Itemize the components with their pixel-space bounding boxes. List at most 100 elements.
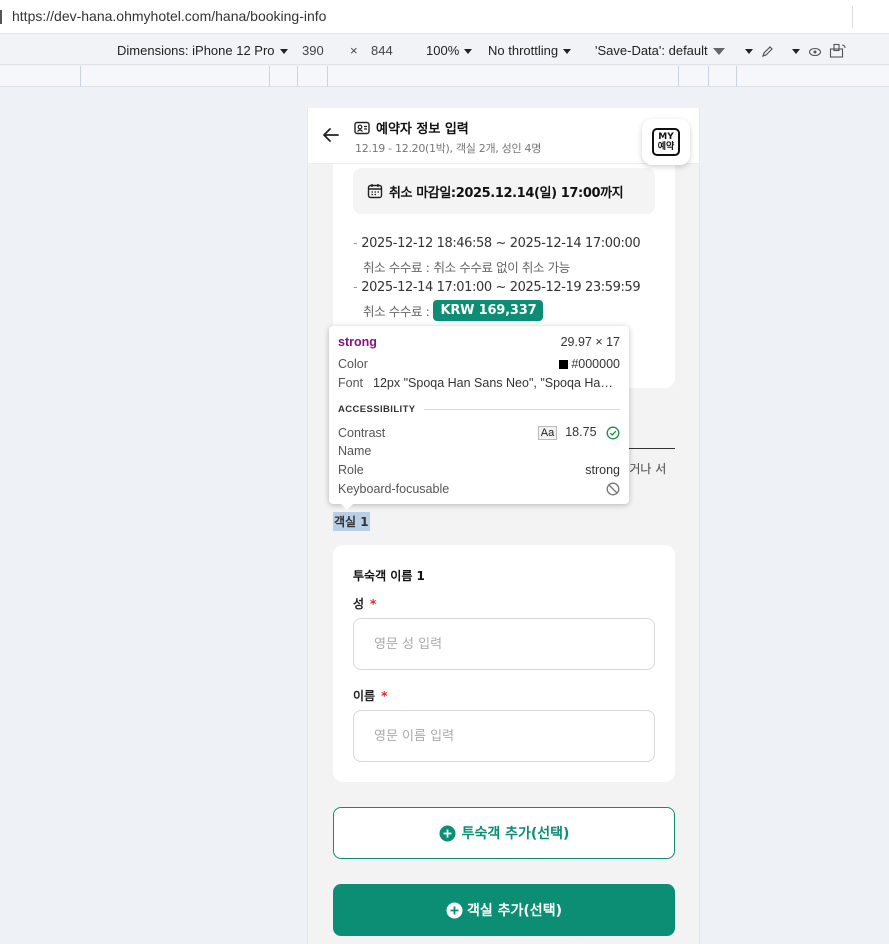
add-guest-button[interactable]: 투숙객 추가(선택) [333,807,675,859]
section-line [423,409,620,410]
ruler-marker [736,66,737,87]
chevron-down-icon [279,49,288,55]
first-name-input[interactable] [353,710,655,762]
last-name-input[interactable] [353,618,655,670]
tooltip-keyboard-row: Keyboard-focusable [338,482,620,496]
ruler-marker [80,66,81,87]
media-query-ruler[interactable] [0,66,889,87]
url-host: dev-hana.ohmyhotel.com [54,8,212,24]
guest-name-card: 투숙객 이름 1 성* 이름 * [333,545,675,782]
not-allowed-icon [606,482,620,496]
contrast-value-wrap: Aa 18.75 [537,425,620,440]
cancel-deadline-text: 취소 마감일:2025.12.14(일) 17:00까지 [389,185,624,201]
role-value: strong [585,463,620,477]
contrast-value: 18.75 [565,425,597,439]
color-value: #000000 [559,357,620,371]
throttling-dropdown[interactable]: No throttling [488,43,572,58]
tooltip-arrow [340,503,354,510]
fee-amount-badge: KRW 169,337 [433,300,544,321]
my-res-line1: MY [658,132,674,142]
policy-fee-2: 취소 수수료 : KRW 169,337 [363,300,544,321]
guest-title: 투숙객 이름 1 [353,569,425,583]
element-tag: strong [338,335,377,349]
url-text[interactable]: https://dev-hana.ohmyhotel.com/hana/book… [12,8,326,24]
first-name-label: 이름 * [353,687,387,704]
list-dash: - [353,280,358,295]
chevron-down-icon [792,49,800,55]
tooltip-font-row: Font 12px "Spoqa Han Sans Neo", "Spoqa Ha… [338,376,620,390]
browser-url-bar[interactable]: https://dev-hana.ohmyhotel.com/hana/book… [0,0,889,34]
fee-label: 취소 수수료 : [363,260,430,275]
page-title: 예약자 정보 입력 [376,122,469,137]
tooltip-contrast-row: Contrast Aa 18.75 [338,425,620,440]
booking-summary: 12.19 - 12.20(1박), 객실 2개, 성인 4명 [355,142,542,155]
required-mark: * [381,689,388,703]
policy-range-2: -2025-12-14 17:01:00 ~ 2025-12-19 23:59:… [353,280,641,295]
dimensions-label: Dimensions: iPhone 12 Pro [117,43,275,58]
plus-circle-icon [446,902,463,918]
add-guest-label: 투숙객 추가(선택) [461,826,570,842]
policy-range-text: 2025-12-14 17:01:00 ~ 2025-12-19 23:59:5… [361,280,641,295]
height-input[interactable]: 844 [371,43,393,58]
save-data-dropdown[interactable]: 'Save-Data': default [595,43,725,58]
sensors-menu[interactable] [740,43,774,58]
header-title-row: 예약자 정보 입력 [354,118,469,137]
tab-edge [0,10,2,24]
ruler-marker [678,66,679,87]
tooltip-name-row: Name [338,444,620,458]
fee-label: 취소 수수료 : [363,304,430,319]
my-reservation-button[interactable]: MY 예약 [642,119,690,165]
my-reservation-icon: MY 예약 [652,128,680,156]
contrast-label: Contrast [338,425,386,440]
contrast-sample: Aa [537,426,558,440]
person-card-icon [354,121,370,134]
ruler-marker [708,66,709,87]
rotate-button[interactable] [829,43,847,62]
truncated-text: l거나 서 [626,462,667,476]
throttling-label: No throttling [488,43,559,58]
rotate-icon [829,43,846,58]
url-scheme: https:// [12,8,55,24]
field-label-text: 이름 [353,689,376,703]
fee-text: 취소 수수료 없이 취소 가능 [433,260,570,275]
pen-icon [761,46,773,58]
required-mark: * [370,597,377,611]
tooltip-header: strong 29.97 × 17 [338,335,620,349]
tooltip-role-row: Role strong [338,463,620,477]
chevron-down-icon [563,49,572,55]
ruler-marker [297,66,298,87]
page-header: 예약자 정보 입력 12.19 - 12.20(1박), 객실 2개, 성인 4… [308,108,699,164]
name-label: Name [338,444,372,458]
policy-range-1: -2025-12-12 18:46:58 ~ 2025-12-14 17:00:… [353,236,641,251]
font-label: Font [338,376,364,390]
my-res-line2: 예약 [657,142,675,152]
last-name-label: 성 * [353,595,376,612]
plus-circle-icon [439,825,456,841]
color-swatch [559,360,569,370]
policy-range-text: 2025-12-12 18:46:58 ~ 2025-12-14 17:00:0… [361,236,641,251]
room-label: 객실 1 [333,512,370,531]
accessibility-section: ACCESSIBILITY [338,404,620,415]
section-title: ACCESSIBILITY [338,404,416,415]
role-label: Role [338,463,364,477]
policy-fee-1: 취소 수수료 : 취소 수수료 없이 취소 가능 [363,257,570,276]
add-room-button[interactable]: 객실 추가(선택) [333,884,675,936]
add-room-label: 객실 추가(선택) [467,903,562,919]
urlbar-divider [852,6,853,28]
mobile-viewport: 예약자 정보 입력 12.19 - 12.20(1박), 객실 2개, 성인 4… [307,108,700,944]
check-circle-icon [606,426,620,440]
back-arrow-icon[interactable] [320,124,342,146]
chevron-down-icon [464,49,473,55]
device-toolbar: Dimensions: iPhone 12 Pro 390 × 844 100%… [0,35,889,65]
chevron-down-icon [745,49,753,55]
color-hex: #000000 [571,357,620,371]
dimensions-dropdown[interactable]: Dimensions: iPhone 12 Pro [117,43,288,58]
chevron-down-icon [712,48,725,56]
calendar-icon [367,184,383,199]
vision-menu[interactable] [787,43,822,58]
tooltip-color-row: Color #000000 [338,357,620,371]
times-sign: × [350,43,358,58]
font-value: 12px "Spoqa Han Sans Neo", "Spoqa Ha… [373,376,613,390]
width-input[interactable]: 390 [302,43,324,58]
zoom-dropdown[interactable]: 100% [426,43,473,58]
